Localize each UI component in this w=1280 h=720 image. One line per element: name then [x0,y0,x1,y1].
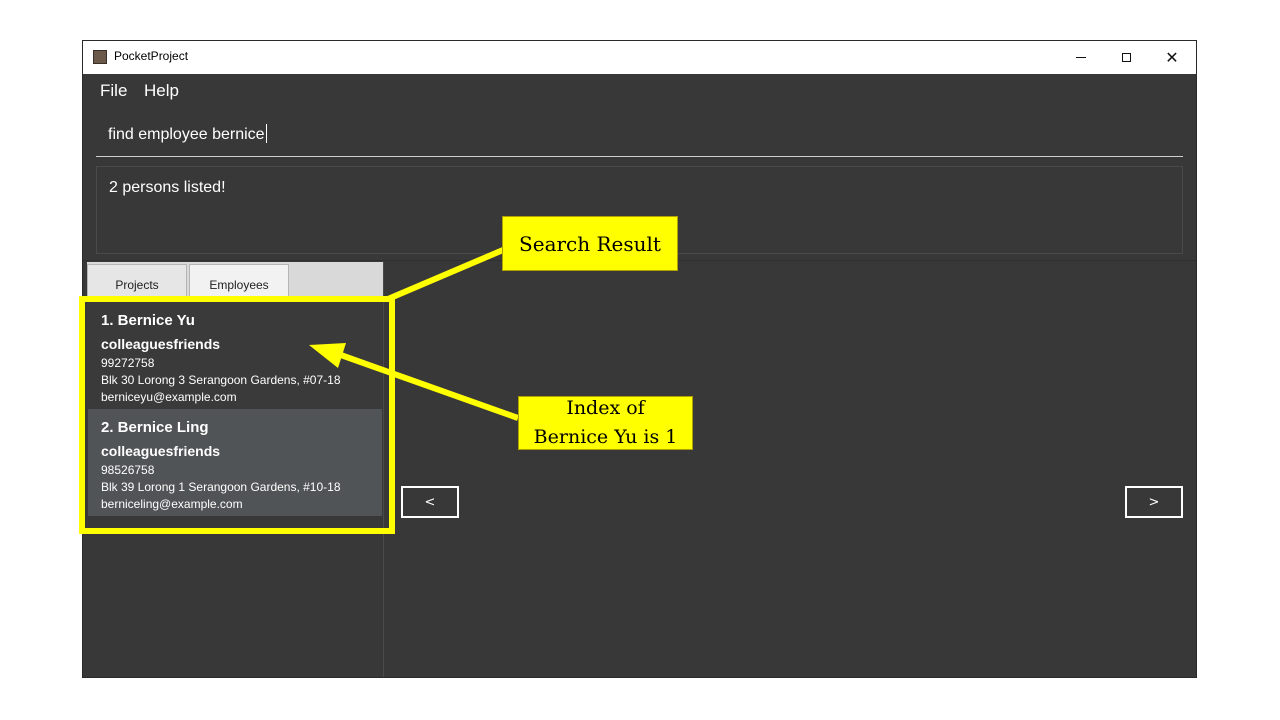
index-callout-text: Index of Bernice Yu is 1 [534,394,678,452]
app-icon [93,50,107,64]
maximize-icon [1121,53,1131,62]
maximize-button[interactable] [1103,41,1149,74]
index-callout-line2: Bernice Yu is 1 [533,426,678,448]
menu-bar: File Help [83,74,1196,108]
tab-bar: Projects Employees [87,262,383,300]
title-bar: PocketProject ✕ [83,41,1196,75]
command-input-value: find employee bernice [108,126,265,143]
search-result-highlight [79,296,395,534]
command-box[interactable]: find employee bernice [96,108,1183,157]
menu-file[interactable]: File [100,81,127,101]
index-callout: Index of Bernice Yu is 1 [518,396,693,450]
minimize-button[interactable] [1058,41,1104,74]
menu-help[interactable]: Help [144,81,179,101]
minimize-icon [1076,57,1086,58]
index-callout-line1: Index of [566,397,645,419]
window-title: PocketProject [114,49,189,63]
result-message: 2 persons listed! [109,179,226,196]
tab-projects[interactable]: Projects [87,264,187,298]
previous-button[interactable]: < [401,486,459,518]
search-result-callout: Search Result [502,216,678,271]
close-icon: ✕ [1165,47,1179,67]
close-button[interactable]: ✕ [1149,41,1195,74]
tab-employees[interactable]: Employees [189,264,289,298]
text-caret [265,124,267,143]
command-input[interactable]: find employee bernice [108,124,267,144]
next-button[interactable]: > [1125,486,1183,518]
